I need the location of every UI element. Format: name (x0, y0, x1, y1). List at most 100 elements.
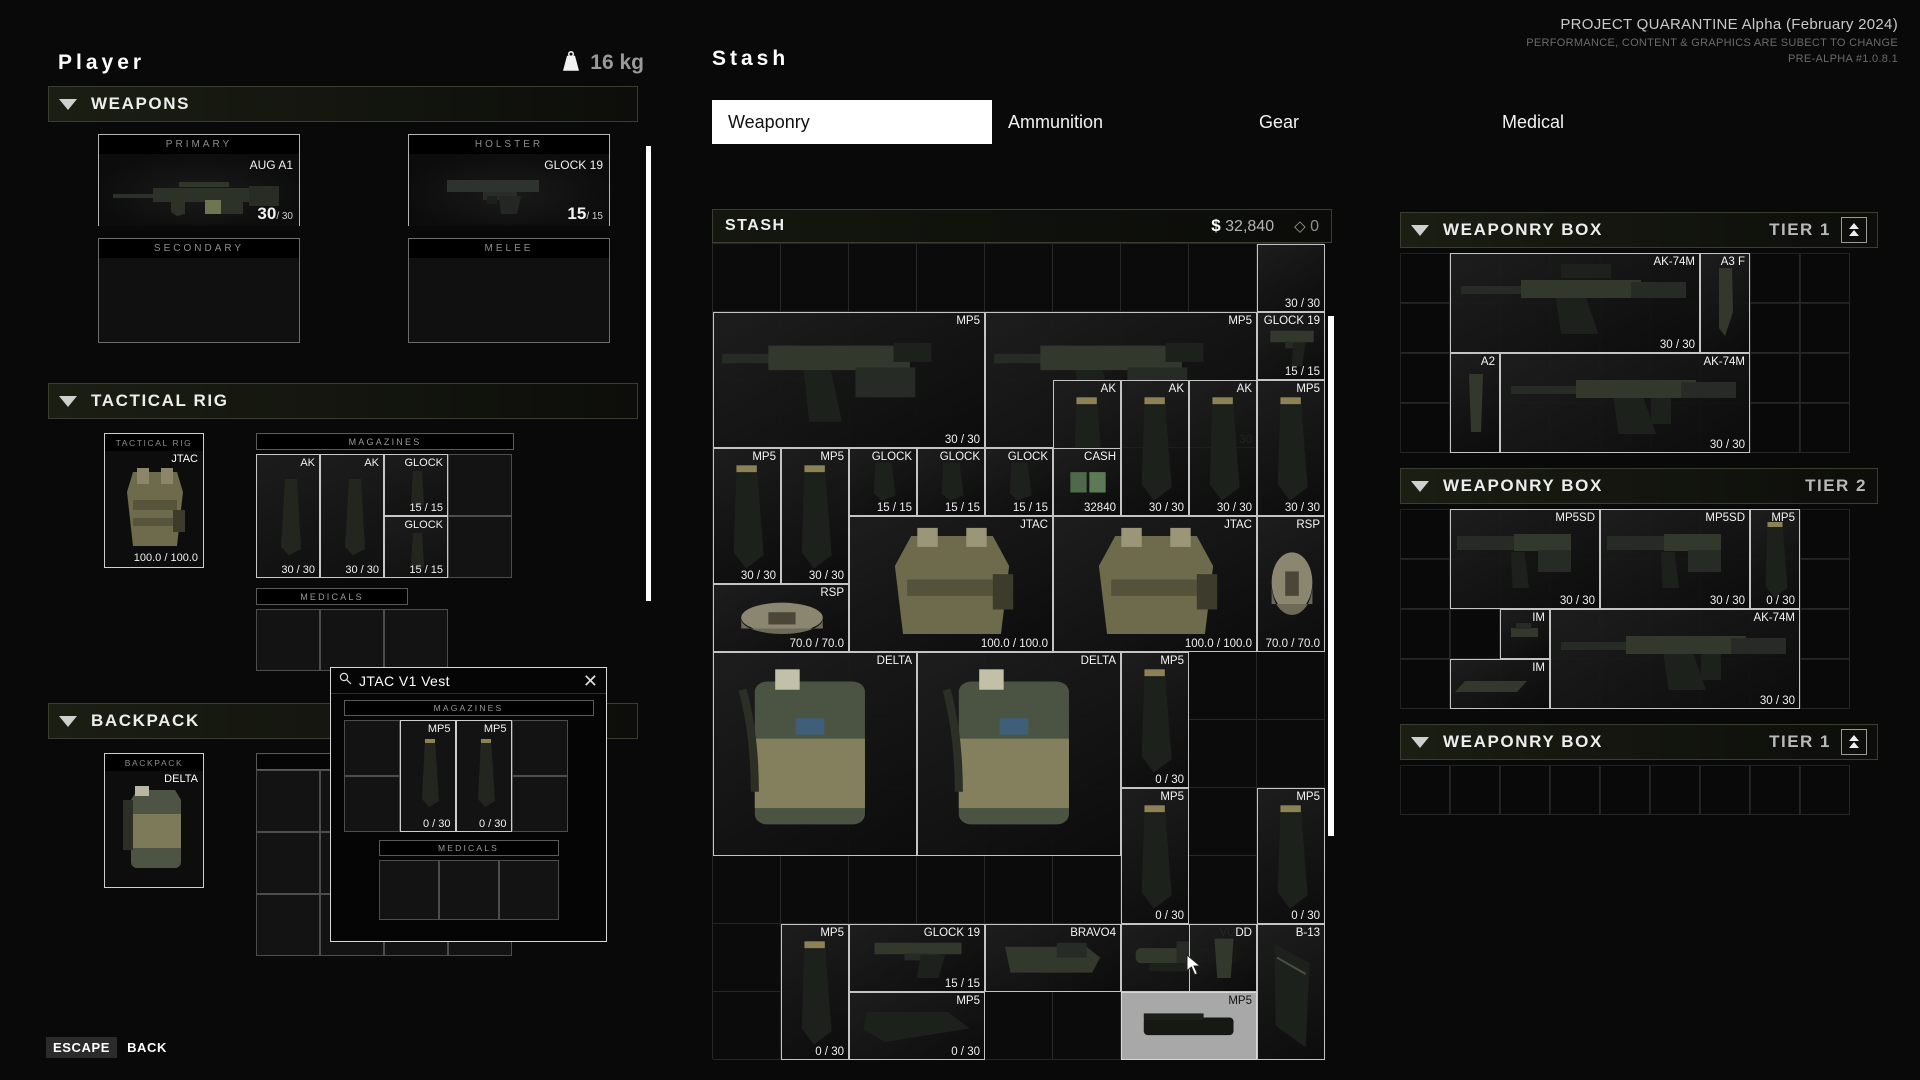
weaponry-box-cell[interactable] (1600, 765, 1650, 815)
stash-cell[interactable] (1189, 244, 1257, 312)
stash-cell[interactable] (1257, 652, 1325, 720)
rig-medical-slot[interactable] (256, 609, 320, 671)
weaponry-box-cell[interactable] (1750, 253, 1800, 303)
stash-cell[interactable] (713, 924, 781, 992)
popup-magazine-slot[interactable] (512, 720, 568, 776)
stash-cell[interactable] (917, 856, 985, 924)
weaponry-box-cell[interactable] (1800, 509, 1850, 559)
weaponry-box-cell[interactable] (1800, 303, 1850, 353)
stash-cell[interactable] (917, 244, 985, 312)
popup-magazine-slot[interactable] (512, 776, 568, 832)
weaponry-box-cell[interactable] (1750, 353, 1800, 403)
stash-cell[interactable] (1189, 720, 1257, 788)
rig-medical-slot[interactable] (320, 609, 384, 671)
stash-item[interactable]: MP530 / 30 (781, 448, 849, 584)
stash-item[interactable]: CASH32840 (1053, 448, 1121, 516)
rig-magazine-slot[interactable]: AK 30 / 30 (320, 454, 384, 578)
stash-item[interactable]: DELTA (713, 652, 917, 856)
weapon-slot-secondary[interactable]: SECONDARY (98, 238, 300, 343)
stash-item[interactable]: MP530 / 30 (713, 312, 985, 448)
weaponry-box-header[interactable]: WEAPONRY BOXTIER 1 (1400, 724, 1878, 760)
weaponry-box-item[interactable]: A3 F (1700, 253, 1750, 353)
weaponry-box-cell[interactable] (1500, 765, 1550, 815)
backpack-cell[interactable] (256, 770, 320, 832)
stash-item[interactable]: BRAVO4 (985, 924, 1121, 992)
stash-scrollbar[interactable] (1328, 316, 1334, 836)
weaponry-box-cell[interactable] (1400, 609, 1450, 659)
weaponry-box-item[interactable]: MP50 / 30 (1750, 509, 1800, 609)
weaponry-box-cell[interactable] (1800, 253, 1850, 303)
rig-magazine-slot[interactable]: GLOCK 15 / 15 (384, 454, 448, 516)
stash-item[interactable]: MP50 / 30 (1121, 788, 1189, 924)
weapon-slot-primary[interactable]: PRIMARY AUG A1 30/ 30 (98, 134, 300, 226)
weaponry-box-cell[interactable] (1400, 403, 1450, 453)
weaponry-box-cell[interactable] (1400, 659, 1450, 709)
upgrade-button[interactable] (1841, 217, 1867, 243)
weaponry-box-cell[interactable] (1800, 559, 1850, 609)
weaponry-box-grid[interactable] (1400, 765, 1850, 815)
rig-slot[interactable]: TACTICAL RIG JTAC 100.0 / 100.0 (104, 433, 204, 568)
rig-magazine-slot[interactable] (448, 454, 512, 516)
weaponry-box-cell[interactable] (1400, 509, 1450, 559)
stash-cell[interactable] (1189, 856, 1257, 924)
stash-cell[interactable] (1257, 720, 1325, 788)
tab-medical[interactable]: Medical (1436, 100, 1658, 144)
weaponry-box-cell[interactable] (1450, 609, 1500, 659)
rig-magazine-slot[interactable]: GLOCK 15 / 15 (384, 516, 448, 578)
backpack-cell[interactable] (256, 832, 320, 894)
player-scrollbar[interactable] (646, 146, 651, 601)
close-icon[interactable]: ✕ (583, 672, 598, 690)
weaponry-box-cell[interactable] (1800, 403, 1850, 453)
stash-item[interactable]: GLOCK15 / 15 (985, 448, 1053, 516)
stash-cell[interactable] (1189, 788, 1257, 856)
weaponry-box-cell[interactable] (1450, 765, 1500, 815)
stash-item[interactable]: B-13 (1257, 924, 1325, 1060)
popup-magazine-slot[interactable] (344, 720, 400, 776)
weaponry-box-cell[interactable] (1400, 353, 1450, 403)
stash-item[interactable]: MP50 / 30 (781, 924, 849, 1060)
weaponry-box-grid[interactable]: AK-74M30 / 30A3 FA2 AK-74M30 / 30 (1400, 253, 1850, 453)
weaponry-box-cell[interactable] (1400, 559, 1450, 609)
weaponry-box-cell[interactable] (1400, 303, 1450, 353)
stash-cell[interactable] (1189, 652, 1257, 720)
weaponry-box-grid[interactable]: MP5SD30 / 30 MP5SD30 / 30 MP50 / 30 IMIM… (1400, 509, 1850, 709)
weaponry-box-item[interactable]: MP5SD30 / 30 (1600, 509, 1750, 609)
tab-ammunition[interactable]: Ammunition (992, 100, 1214, 144)
section-weapons[interactable]: WEAPONS (48, 86, 638, 122)
weaponry-box-item[interactable]: MP5SD30 / 30 (1450, 509, 1600, 609)
stash-cell[interactable] (1053, 244, 1121, 312)
weaponry-box-item[interactable]: AK-74M30 / 30 (1500, 353, 1750, 453)
backpack-cell[interactable] (256, 894, 320, 956)
popup-medical-slot[interactable] (379, 860, 439, 920)
weaponry-box-item[interactable]: IM (1450, 659, 1550, 709)
stash-item[interactable]: GLOCK15 / 15 (849, 448, 917, 516)
weapon-slot-holster[interactable]: HOLSTER GLOCK 19 15/ 15 (408, 134, 610, 226)
stash-item[interactable]: MP50 / 30 (1121, 652, 1189, 788)
weaponry-box-cell[interactable] (1800, 659, 1850, 709)
stash-item[interactable]: 30 / 30 (1257, 244, 1325, 312)
stash-item[interactable]: AK30 / 30 (1121, 380, 1189, 516)
stash-cell[interactable] (985, 244, 1053, 312)
stash-item[interactable]: RSP70.0 / 70.0 (1257, 516, 1325, 652)
popup-magazine-slot[interactable] (344, 776, 400, 832)
stash-item[interactable]: MP530 / 30 (1257, 380, 1325, 516)
popup-medical-slot[interactable] (499, 860, 559, 920)
stash-item[interactable]: MP5 (1121, 992, 1257, 1060)
stash-item[interactable]: GLOCK 1915 / 15 (849, 924, 985, 992)
stash-cell[interactable] (713, 856, 781, 924)
popup-magazine-slot[interactable]: MP5 0 / 30 (400, 720, 456, 832)
tab-weaponry[interactable]: Weaponry (712, 100, 992, 144)
weaponry-box-cell[interactable] (1550, 765, 1600, 815)
rig-magazine-slot[interactable] (448, 516, 512, 578)
tab-gear[interactable]: Gear (1214, 100, 1436, 144)
weaponry-box-header[interactable]: WEAPONRY BOXTIER 1 (1400, 212, 1878, 248)
weaponry-box-item[interactable]: A2 (1450, 353, 1500, 453)
stash-item[interactable]: JTAC100.0 / 100.0 (1053, 516, 1257, 652)
stash-cell[interactable] (781, 244, 849, 312)
weaponry-box-header[interactable]: WEAPONRY BOXTIER 2 (1400, 468, 1878, 504)
stash-cell[interactable] (713, 992, 781, 1060)
weaponry-box-cell[interactable] (1750, 765, 1800, 815)
stash-item[interactable]: MP50 / 30 (1257, 788, 1325, 924)
stash-cell[interactable] (985, 856, 1053, 924)
stash-cell[interactable] (1053, 992, 1121, 1060)
